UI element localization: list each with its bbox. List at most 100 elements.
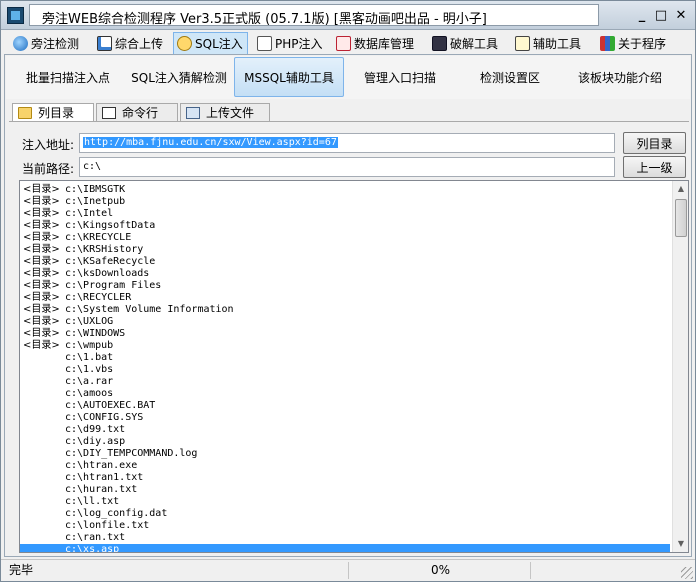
list-item[interactable]: <目录> c:\wmpub bbox=[23, 340, 673, 352]
tab-label: 辅助工具 bbox=[533, 36, 582, 51]
directory-tag: <目录> bbox=[23, 304, 60, 315]
tab-php-injection[interactable]: PHP注入 bbox=[253, 32, 328, 54]
list-item-path: c:\IBMSGTK bbox=[65, 184, 126, 195]
list-item[interactable]: c:\xs.asp bbox=[20, 544, 670, 553]
list-item[interactable]: c:\1.vbs bbox=[23, 364, 673, 376]
directory-tag: <目录> bbox=[23, 232, 60, 243]
list-item[interactable]: <目录> c:\System Volume Information bbox=[23, 304, 673, 316]
progress-text: 0% bbox=[351, 562, 531, 579]
list-item[interactable]: <目录> c:\Inetpub bbox=[23, 196, 673, 208]
tab-crack-tools[interactable]: 破解工具 bbox=[428, 32, 503, 54]
list-item-path: c:\Program Files bbox=[65, 280, 162, 291]
resize-grip-icon[interactable] bbox=[681, 567, 693, 579]
directory-listbox[interactable]: <目录> c:\IBMSGTK <目录> c:\Inetpub <目录> c:\Intel… bbox=[19, 180, 689, 553]
list-item[interactable]: <目录> c:\KingsoftData bbox=[23, 220, 673, 232]
list-item[interactable]: c:\d99.txt bbox=[23, 424, 673, 436]
minimize-button[interactable]: _ bbox=[633, 7, 651, 25]
list-item[interactable]: c:\1.bat bbox=[23, 352, 673, 364]
list-item-path: c:\htran1.txt bbox=[65, 472, 144, 483]
list-item[interactable]: c:\lonfile.txt bbox=[23, 520, 673, 532]
list-item[interactable]: c:\huran.txt bbox=[23, 484, 673, 496]
list-item[interactable]: <目录> c:\Program Files bbox=[23, 280, 673, 292]
list-item-path: c:\Intel bbox=[65, 208, 114, 219]
scroll-thumb[interactable] bbox=[675, 199, 687, 237]
list-item-path: c:\KRSHistory bbox=[65, 244, 144, 255]
vertical-scrollbar[interactable]: ▲ ▼ bbox=[672, 181, 688, 552]
folder-icon bbox=[18, 106, 32, 119]
intro-button[interactable]: 该板块功能介绍 bbox=[565, 57, 675, 97]
list-item[interactable]: <目录> c:\IBMSGTK bbox=[23, 184, 673, 196]
tab-label: PHP注入 bbox=[275, 36, 323, 51]
books-icon bbox=[600, 35, 615, 51]
content-panel: 批量扫描注入点 SQL注入猜解检测 MSSQL辅助工具 管理入口扫描 检测设置区… bbox=[4, 54, 692, 557]
mssql-tool-button[interactable]: MSSQL辅助工具 bbox=[234, 57, 344, 97]
list-item[interactable]: <目录> c:\ksDownloads bbox=[23, 268, 673, 280]
tab-upload-file[interactable]: 上传文件 bbox=[180, 103, 270, 121]
directory-tag: <目录> bbox=[23, 328, 60, 339]
inner-tab-strip: 列目录 命令行 上传文件 bbox=[9, 102, 689, 122]
directory-tag: <目录> bbox=[23, 280, 60, 291]
list-item-path: c:\DIY_TEMPCOMMAND.log bbox=[65, 448, 198, 459]
list-item-path: c:\xs.asp bbox=[65, 544, 120, 553]
tab-database[interactable]: 数据库管理 bbox=[332, 32, 419, 54]
tab-command-line[interactable]: 命令行 bbox=[96, 103, 178, 121]
url-input[interactable]: http://mba.fjnu.edu.cn/sxw/View.aspx?id=… bbox=[79, 133, 615, 153]
list-item[interactable]: c:\CONFIG.SYS bbox=[23, 412, 673, 424]
tab-label: 列目录 bbox=[38, 106, 75, 120]
tab-upload[interactable]: 综合上传 bbox=[93, 32, 168, 54]
tab-about[interactable]: 关于程序 bbox=[596, 32, 671, 54]
list-item-path: c:\huran.txt bbox=[65, 484, 138, 495]
directory-tag: <目录> bbox=[23, 196, 60, 207]
sql-guess-button[interactable]: SQL注入猜解检测 bbox=[124, 57, 234, 97]
list-item[interactable]: c:\ran.txt bbox=[23, 532, 673, 544]
scroll-down-icon[interactable]: ▼ bbox=[673, 536, 688, 552]
list-item[interactable]: <目录> c:\KRECYCLE bbox=[23, 232, 673, 244]
maximize-button[interactable]: □ bbox=[652, 7, 670, 25]
list-item-path: c:\System Volume Information bbox=[65, 304, 234, 315]
list-item[interactable]: <目录> c:\WINDOWS bbox=[23, 328, 673, 340]
list-item-path: c:\KRECYCLE bbox=[65, 232, 132, 243]
path-label: 当前路径: bbox=[22, 162, 75, 176]
list-directory-button[interactable]: 列目录 bbox=[623, 132, 686, 154]
list-item[interactable]: c:\ll.txt bbox=[23, 496, 673, 508]
list-item[interactable]: c:\amoos bbox=[23, 388, 673, 400]
title-bar[interactable]: 旁注WEB综合检测程序 Ver3.5正式版 (05.7.1版) [黑客动画吧出品… bbox=[1, 1, 695, 30]
list-item-path: c:\htran.exe bbox=[65, 460, 138, 471]
directory-tag: <目录> bbox=[23, 244, 60, 255]
list-item[interactable]: c:\log_config.dat bbox=[23, 508, 673, 520]
list-item[interactable]: <目录> c:\KSafeRecycle bbox=[23, 256, 673, 268]
up-level-button[interactable]: 上一级 bbox=[623, 156, 686, 178]
list-item[interactable]: <目录> c:\KRSHistory bbox=[23, 244, 673, 256]
close-button[interactable]: ✕ bbox=[672, 7, 690, 25]
tab-list-directory[interactable]: 列目录 bbox=[12, 103, 94, 121]
search-icon bbox=[177, 36, 192, 51]
document-icon bbox=[257, 35, 272, 51]
globe-icon bbox=[13, 35, 28, 51]
admin-scan-button[interactable]: 管理入口扫描 bbox=[350, 57, 450, 97]
list-item-path: c:\1.bat bbox=[65, 352, 114, 363]
list-item[interactable]: c:\a.rar bbox=[23, 376, 673, 388]
scroll-up-icon[interactable]: ▲ bbox=[673, 181, 688, 197]
list-item-path: c:\ksDownloads bbox=[65, 268, 150, 279]
tab-label: 数据库管理 bbox=[354, 36, 415, 51]
list-item[interactable]: <目录> c:\UXLOG bbox=[23, 316, 673, 328]
path-input[interactable]: c:\ bbox=[79, 157, 615, 177]
list-item-path: c:\ran.txt bbox=[65, 532, 126, 543]
list-item-path: c:\amoos bbox=[65, 388, 114, 399]
list-item-path: c:\diy.asp bbox=[65, 436, 126, 447]
list-item[interactable]: <目录> c:\Intel bbox=[23, 208, 673, 220]
list-item[interactable]: c:\htran.exe bbox=[23, 460, 673, 472]
list-item[interactable]: <目录> c:\RECYCLER bbox=[23, 292, 673, 304]
tab-side-injection[interactable]: 旁注检测 bbox=[9, 32, 84, 54]
list-item[interactable]: c:\DIY_TEMPCOMMAND.log bbox=[23, 448, 673, 460]
list-item[interactable]: c:\AUTOEXEC.BAT bbox=[23, 400, 673, 412]
list-item[interactable]: c:\diy.asp bbox=[23, 436, 673, 448]
list-item-path: c:\1.vbs bbox=[65, 364, 114, 375]
batch-scan-button[interactable]: 批量扫描注入点 bbox=[8, 57, 128, 97]
settings-button[interactable]: 检测设置区 bbox=[460, 57, 560, 97]
window-title: 旁注WEB综合检测程序 Ver3.5正式版 (05.7.1版) [黑客动画吧出品… bbox=[42, 12, 487, 27]
tab-helper-tools[interactable]: 辅助工具 bbox=[511, 32, 586, 54]
tab-sql-injection[interactable]: SQL注入 bbox=[173, 32, 248, 54]
list-item[interactable]: c:\htran1.txt bbox=[23, 472, 673, 484]
app-icon[interactable] bbox=[7, 7, 24, 24]
